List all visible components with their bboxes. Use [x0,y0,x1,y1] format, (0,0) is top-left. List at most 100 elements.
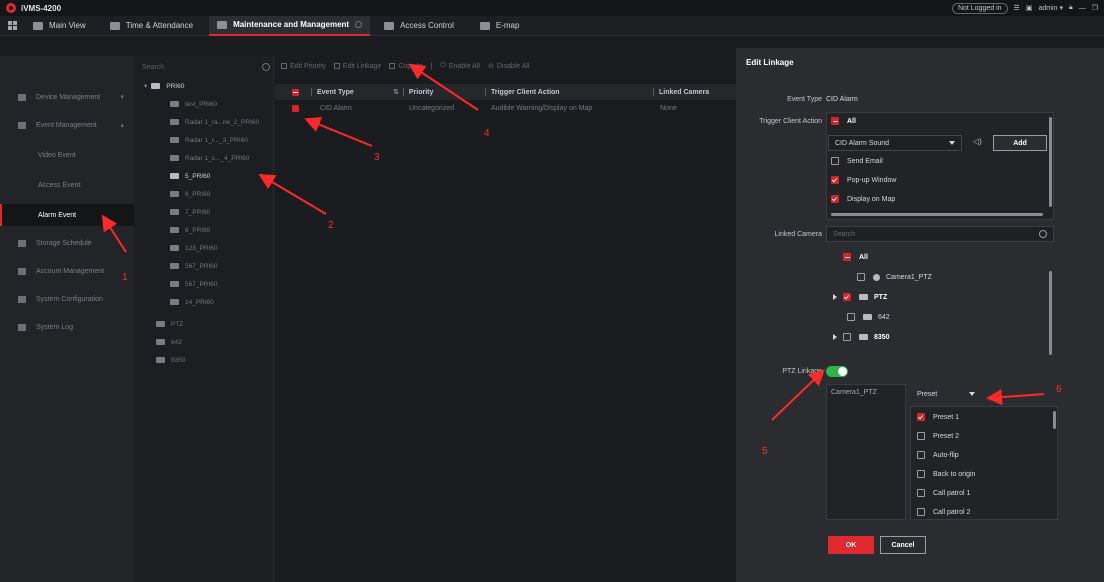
vertical-scrollbar[interactable] [1053,411,1056,429]
tree-item[interactable]: 567_PRI60 [170,258,218,274]
nav-access-event[interactable]: Access Event [0,174,134,196]
column-header-event-type[interactable]: Event Type [311,84,354,100]
display-on-map-checkbox[interactable] [831,195,839,203]
column-header-linked-camera[interactable]: Linked Camera [653,84,709,100]
row-checkbox[interactable] [292,104,299,112]
tree-item[interactable]: 123_PRI60 [170,240,218,256]
send-email-row[interactable]: Send Email [831,157,883,165]
lock-icon[interactable]: 🔒︎ [1069,4,1073,12]
nav-video-event[interactable]: Video Event [0,144,134,166]
nav-event-management[interactable]: Event Management ▴ [0,114,134,136]
tab-access-control[interactable]: Access Control [376,16,462,36]
group-ptz-checkbox[interactable] [843,293,851,301]
camera-search-input[interactable]: Search [826,226,1054,242]
menu-icon[interactable]: ☰ [1014,4,1020,12]
restore-icon[interactable]: ❐ [1092,4,1098,12]
preset-row[interactable]: Preset 2 [917,432,959,440]
nav-device-management[interactable]: Device Management ▾ [0,86,134,108]
nav-system-configuration[interactable]: System Configuration [0,288,134,310]
edit-linkage-button[interactable]: Edit Linkage [333,63,381,70]
tree-item[interactable]: Radar 1_ra...ne_2_PRI60 [170,114,259,130]
camera-all-row[interactable]: All [843,253,868,261]
preset-row[interactable]: Call patrol 1 [917,489,970,497]
tree-item[interactable]: 6_PRI60 [170,186,210,202]
display-on-map-row[interactable]: Display on Map [831,195,895,203]
chevron-right-icon[interactable] [833,294,837,300]
vertical-scrollbar[interactable] [1049,271,1052,355]
group-8350-checkbox[interactable] [843,333,851,341]
nav-system-log[interactable]: System Log [0,316,134,338]
table-row[interactable]: CID Alarm Uncategorized Audible Warning/… [275,100,736,116]
ptz-camera-item[interactable]: Camera1_PTZ [831,389,877,396]
horizontal-scrollbar[interactable] [831,213,1043,216]
search-icon[interactable] [262,63,270,71]
preset-checkbox[interactable] [917,451,925,459]
preset-checkbox[interactable] [917,470,925,478]
preset-row[interactable]: Call patrol 2 [917,508,970,516]
preset-row[interactable]: Preset 1 [917,413,959,421]
popup-window-row[interactable]: Pop-up Window [831,176,896,184]
nav-account-management[interactable]: Account Management [0,260,134,282]
tab-main-view[interactable]: Main View [25,16,94,36]
select-all-checkbox[interactable] [292,88,299,96]
ptz-linkage-toggle[interactable] [826,366,848,377]
preset-row[interactable]: Auto-flip [917,451,959,459]
tree-item[interactable]: 7_PRI60 [170,204,210,220]
tab-emap[interactable]: E-map [472,16,528,36]
group-642-checkbox[interactable] [847,313,855,321]
tab-time-attendance[interactable]: Time & Attendance [102,16,201,36]
enable-all-button[interactable]: ⏻ Enable All [440,62,480,70]
screen-icon[interactable]: ▣ [1026,4,1033,12]
nav-alarm-event[interactable]: Alarm Event [0,204,134,226]
camera-group-8350[interactable]: 8350 [833,333,890,341]
tree-group-8350[interactable]: 8350 [156,352,185,368]
tree-group-ptz[interactable]: PTZ [156,316,183,332]
search-icon[interactable] [1039,230,1047,238]
chevron-down-icon[interactable]: ▾ [144,82,147,90]
preset-checkbox[interactable] [917,432,925,440]
tree-group-pri60[interactable]: ▾ PRI60 [144,78,184,94]
preset-checkbox[interactable] [917,413,925,421]
column-header-trigger-client-action[interactable]: Trigger Client Action [485,84,560,100]
send-email-checkbox[interactable] [831,157,839,165]
tree-item-selected[interactable]: 5_PRI60 [170,168,210,184]
camera-row[interactable]: Camera1_PTZ [857,273,932,281]
tree-group-642[interactable]: 642 [156,334,182,350]
minimize-icon[interactable]: — [1079,5,1086,12]
tree-search-input[interactable]: Search [142,60,270,74]
vertical-scrollbar[interactable] [1049,117,1052,207]
camera-checkbox[interactable] [857,273,865,281]
column-header-priority[interactable]: ⇅ Priority [393,84,433,100]
tree-item[interactable]: Radar 1_r..._3_PRI60 [170,132,248,148]
preset-row[interactable]: Back to origin [917,470,975,478]
speaker-icon[interactable]: ◁) [973,137,982,146]
user-menu[interactable]: admin ▾ [1038,4,1063,12]
cancel-button[interactable]: Cancel [880,536,926,554]
tab-close-icon[interactable] [355,21,363,28]
tab-maintenance-management[interactable]: Maintenance and Management [209,15,371,36]
copy-to-button[interactable]: Copy to [389,63,422,70]
camera-group-ptz[interactable]: PTZ [833,293,887,301]
preset-select[interactable]: Preset [910,386,982,402]
edit-priority-button[interactable]: Edit Priority [281,63,326,70]
preset-checkbox[interactable] [917,489,925,497]
camera-group-642[interactable]: 642 [847,313,890,321]
chevron-right-icon[interactable] [833,334,837,340]
trigger-all-row[interactable]: All [831,117,856,125]
tree-item[interactable]: 8_PRI60 [170,222,210,238]
ok-button[interactable]: OK [828,536,874,554]
add-button[interactable]: Add [993,135,1047,151]
trigger-all-checkbox[interactable] [831,117,839,125]
alarm-sound-select[interactable]: CID Alarm Sound [828,135,962,151]
nav-storage-schedule[interactable]: Storage Schedule [0,232,134,254]
camera-all-checkbox[interactable] [843,253,851,261]
login-status-button[interactable]: Not Logged in [951,2,1008,14]
disable-all-button[interactable]: ⊖ Disable All [488,62,530,71]
tree-item[interactable]: test_PRI60 [170,96,217,112]
tree-item[interactable]: 14_PRI60 [170,294,214,310]
preset-checkbox[interactable] [917,508,925,516]
tree-item[interactable]: Radar 1_c..._4_PRI60 [170,150,249,166]
popup-window-checkbox[interactable] [831,176,839,184]
tree-item[interactable]: 567_PRI60 [170,276,218,292]
grid-menu-icon[interactable] [8,21,17,30]
